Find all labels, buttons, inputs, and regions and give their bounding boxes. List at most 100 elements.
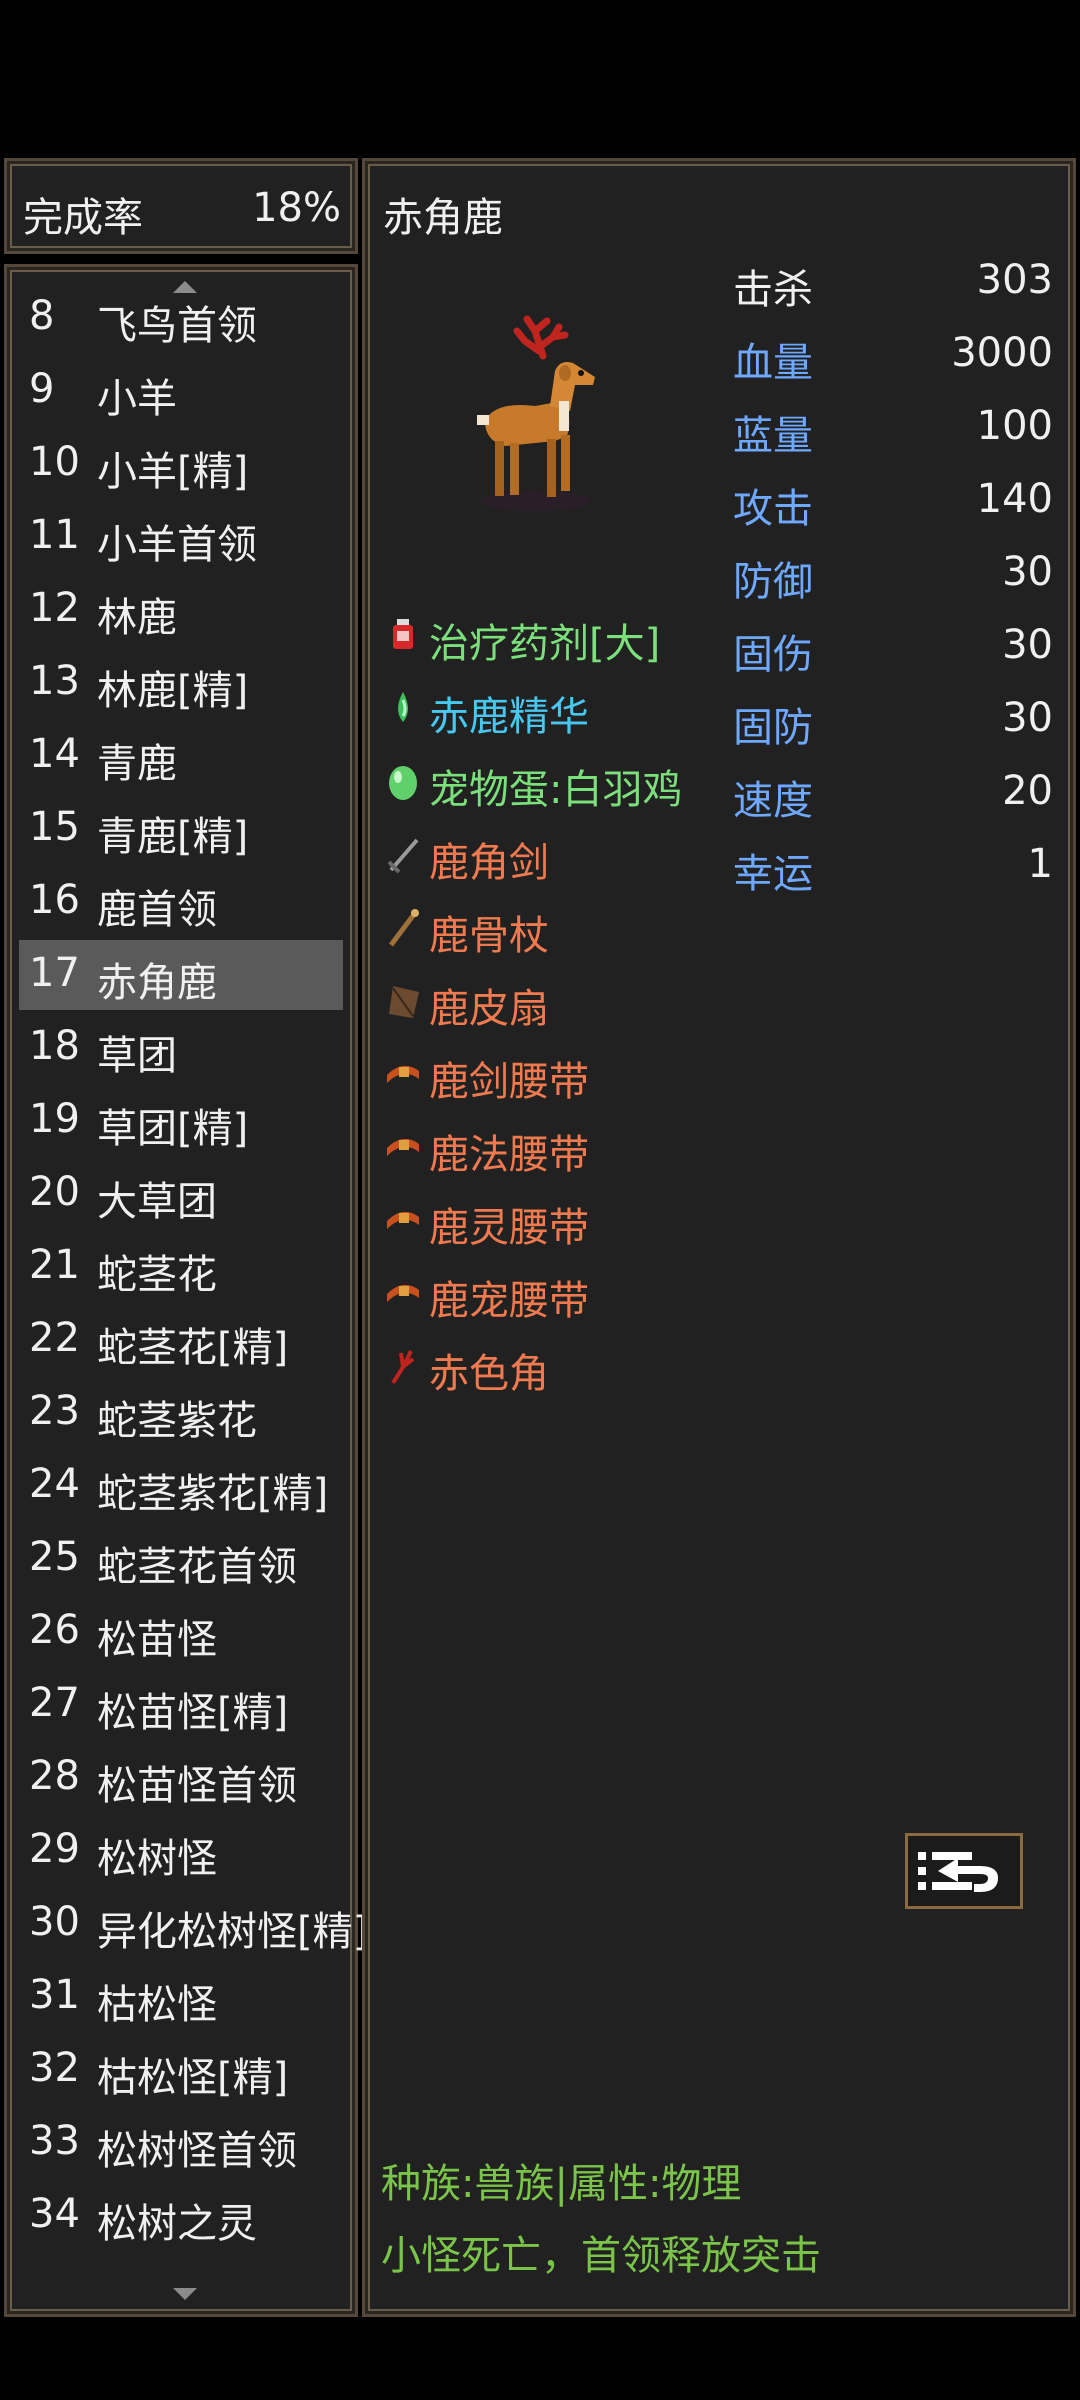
- stat-value: 30: [1002, 695, 1053, 741]
- drop-item-label: 鹿宠腰带: [429, 1278, 589, 1324]
- monster-name-label: 松苗怪[精]: [97, 1690, 289, 1736]
- scroll-down-icon[interactable]: [173, 2288, 197, 2300]
- monster-list-item[interactable]: 24 蛇茎紫花[精]: [19, 1451, 343, 1521]
- monster-number: 10: [29, 439, 80, 485]
- monster-number: 8: [29, 293, 55, 339]
- stat-row: 幸运 1: [733, 841, 1053, 901]
- monster-name-label: 松树之灵: [97, 2201, 257, 2247]
- monster-list-item[interactable]: 34 松树之灵: [19, 2181, 343, 2251]
- potion-icon: [383, 613, 423, 657]
- monster-list-item[interactable]: 11 小羊首领: [19, 502, 343, 572]
- monster-number: 16: [29, 877, 80, 923]
- drop-item-label: 赤色角: [429, 1351, 549, 1397]
- stat-row: 击杀 303: [733, 257, 1053, 317]
- monster-list-item[interactable]: 14 青鹿: [19, 721, 343, 791]
- stat-label: 固防: [733, 705, 813, 751]
- monster-list-item[interactable]: 30 异化松树怪[精]: [19, 1889, 368, 1959]
- monster-name-label: 大草团: [97, 1179, 217, 1225]
- belt-icon: [383, 1197, 423, 1241]
- monster-number: 26: [29, 1607, 80, 1653]
- monster-name-label: 异化松树怪[精]: [97, 1909, 369, 1955]
- race-attribute-text: 种族:兽族|属性:物理: [381, 2161, 742, 2207]
- monster-number: 33: [29, 2118, 80, 2164]
- stat-row: 血量 3000: [733, 330, 1053, 390]
- monster-list-item[interactable]: 13 林鹿[精]: [19, 648, 343, 718]
- monster-list-item[interactable]: 9 小羊: [19, 356, 343, 426]
- monster-number: 20: [29, 1169, 80, 1215]
- monster-list-item[interactable]: 21 蛇茎花: [19, 1232, 343, 1302]
- monster-detail-panel: 赤角鹿 击杀 303 血量 3000 蓝量 100 攻击 140 防御 30 固伤 30 固防 30 速度 2…: [362, 158, 1076, 2317]
- stat-value: 3000: [951, 330, 1053, 376]
- monster-list-item[interactable]: 31 枯松怪: [19, 1962, 343, 2032]
- monster-list-item[interactable]: 27 松苗怪[精]: [19, 1670, 343, 1740]
- staff-icon: [383, 905, 423, 949]
- stat-row: 蓝量 100: [733, 403, 1053, 463]
- monster-list-item[interactable]: 28 松苗怪首领: [19, 1743, 343, 1813]
- monster-name-label: 草团: [97, 1033, 177, 1079]
- drop-item-label: 鹿剑腰带: [429, 1059, 589, 1105]
- monster-list-item[interactable]: 18 草团: [19, 1013, 343, 1083]
- drop-item-label: 赤鹿精华: [429, 694, 589, 740]
- monster-list-item[interactable]: 16 鹿首领: [19, 867, 343, 937]
- monster-name-label: 小羊首领: [97, 522, 257, 568]
- monster-number: 12: [29, 585, 80, 631]
- monster-name-label: 蛇茎紫花: [97, 1398, 257, 1444]
- monster-name-label: 松苗怪: [97, 1617, 217, 1663]
- monster-list-item[interactable]: 12 林鹿: [19, 575, 343, 645]
- stat-label: 幸运: [733, 851, 813, 897]
- monster-list-item[interactable]: 10 小羊[精]: [19, 429, 343, 499]
- monster-number: 24: [29, 1461, 80, 1507]
- monster-number: 31: [29, 1972, 80, 2018]
- stat-row: 攻击 140: [733, 476, 1053, 536]
- monster-list-item[interactable]: 32 枯松怪[精]: [19, 2035, 343, 2105]
- monster-name-label: 蛇茎花[精]: [97, 1325, 289, 1371]
- monster-name-label: 松树怪: [97, 1836, 217, 1882]
- stat-label: 攻击: [733, 486, 813, 532]
- monster-list-item[interactable]: 15 青鹿[精]: [19, 794, 343, 864]
- stat-value: 1: [1027, 841, 1053, 887]
- monster-number: 30: [29, 1899, 80, 1945]
- monster-name-label: 青鹿[精]: [97, 814, 249, 860]
- monster-name-label: 松苗怪首领: [97, 1763, 297, 1809]
- stat-value: 30: [1002, 622, 1053, 668]
- stat-value: 140: [976, 476, 1053, 522]
- belt-icon: [383, 1051, 423, 1095]
- stat-row: 防御 30: [733, 549, 1053, 609]
- monster-list-item[interactable]: 33 松树怪首领: [19, 2108, 343, 2178]
- stat-value: 303: [976, 257, 1053, 303]
- monster-list-item[interactable]: 8 飞鸟首领: [19, 283, 343, 353]
- monster-list-item[interactable]: 22 蛇茎花[精]: [19, 1305, 343, 1375]
- monster-name-label: 青鹿: [97, 741, 177, 787]
- monster-number: 22: [29, 1315, 80, 1361]
- monster-list-item[interactable]: 25 蛇茎花首领: [19, 1524, 343, 1594]
- belt-icon: [383, 1270, 423, 1314]
- drop-item-label: 鹿法腰带: [429, 1132, 589, 1178]
- stat-value: 20: [1002, 768, 1053, 814]
- stat-label: 固伤: [733, 632, 813, 678]
- monster-name-label: 蛇茎紫花[精]: [97, 1471, 329, 1517]
- stat-row: 固防 30: [733, 695, 1053, 755]
- monster-list-item[interactable]: 19 草团[精]: [19, 1086, 343, 1156]
- drop-item-label: 鹿角剑: [429, 840, 549, 886]
- stat-row: 速度 20: [733, 768, 1053, 828]
- monster-list-item[interactable]: 23 蛇茎紫花: [19, 1378, 343, 1448]
- monster-list-item[interactable]: 29 松树怪: [19, 1816, 343, 1886]
- monster-name-label: 草团[精]: [97, 1106, 249, 1152]
- stat-label: 击杀: [733, 267, 813, 313]
- monster-name-label: 小羊: [97, 376, 177, 422]
- return-button[interactable]: [905, 1833, 1023, 1909]
- completion-value: 18%: [252, 185, 341, 231]
- monster-list-item[interactable]: 26 松苗怪: [19, 1597, 343, 1667]
- stat-label: 蓝量: [733, 413, 813, 459]
- fan-icon: [383, 978, 423, 1022]
- sword-icon: [383, 832, 423, 876]
- monster-list-item[interactable]: 20 大草团: [19, 1159, 343, 1229]
- monster-list-panel[interactable]: 8 飞鸟首领 9 小羊 10 小羊[精] 11 小羊首领 12 林鹿 13 林鹿[精] 14 青鹿 15 青鹿…: [4, 264, 368, 2317]
- monster-number: 19: [29, 1096, 80, 1142]
- monster-name-label: 赤角鹿: [97, 960, 217, 1006]
- stat-label: 血量: [733, 340, 813, 386]
- monster-name-label: 蛇茎花首领: [97, 1544, 297, 1590]
- monster-list-item[interactable]: 17 赤角鹿: [19, 940, 343, 1010]
- completion-label: 完成率: [23, 195, 143, 241]
- monster-note-text: 小怪死亡，首领释放突击: [381, 2233, 821, 2279]
